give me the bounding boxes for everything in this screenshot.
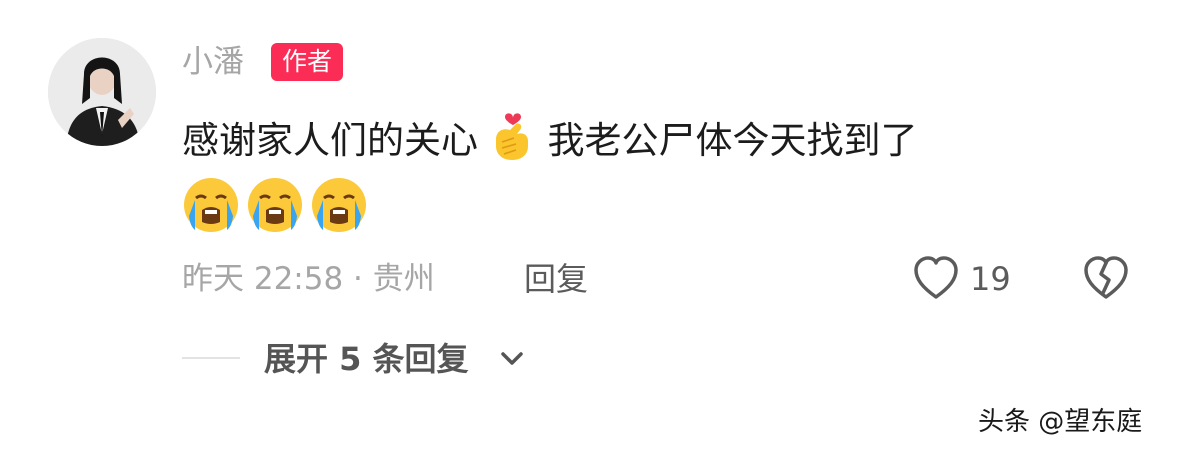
- comment-meta-time-location: 昨天 22:58 · 贵州: [182, 261, 435, 297]
- broken-heart-icon: [1084, 256, 1128, 299]
- like-button[interactable]: [912, 255, 960, 305]
- crying-emoji-row: [182, 176, 368, 234]
- watermark: 头条 @望东庭: [978, 407, 1143, 437]
- comment-text-part2: 我老公尸体今天找到了: [547, 119, 918, 162]
- reply-button[interactable]: 回复: [524, 257, 588, 301]
- avatar-image: [48, 38, 156, 146]
- user-avatar[interactable]: [48, 38, 156, 146]
- author-badge: 作者: [271, 43, 344, 81]
- chevron-down-icon[interactable]: [500, 349, 524, 373]
- dislike-button[interactable]: [1082, 255, 1130, 305]
- loudly-crying-face-emoji: [248, 178, 302, 232]
- loudly-crying-face-emoji: [312, 178, 366, 232]
- heart-icon: [914, 256, 958, 299]
- finger-heart-emoji: [490, 108, 536, 177]
- expand-replies-button[interactable]: 展开 5 条回复: [264, 337, 469, 381]
- loudly-crying-face-emoji: [184, 178, 238, 232]
- username[interactable]: 小潘: [182, 40, 244, 84]
- comment-text-part1: 感谢家人们的关心: [182, 119, 478, 162]
- expand-divider: [182, 357, 240, 359]
- comment-text: 感谢家人们的关心 我老公尸体今天找到了: [182, 108, 1082, 177]
- like-count: 19: [970, 260, 1011, 298]
